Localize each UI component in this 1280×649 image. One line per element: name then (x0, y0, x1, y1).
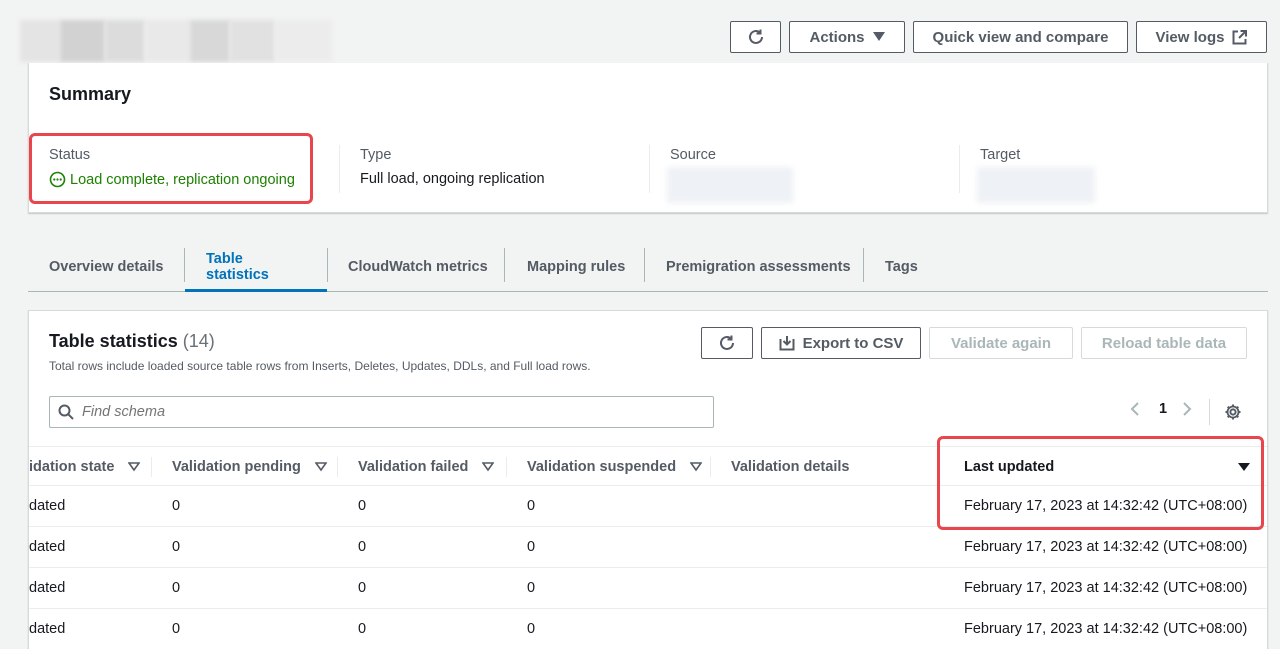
export-csv-label: Export to CSV (802, 334, 904, 352)
validate-again-button[interactable]: Validate again (929, 327, 1073, 359)
tab-premigration-assessments[interactable]: Premigration assessments (645, 244, 872, 290)
reload-table-data-button[interactable]: Reload table data (1081, 327, 1247, 359)
view-logs-label: View logs (1155, 28, 1225, 46)
refresh-icon (720, 335, 734, 350)
sort-descending-icon (1238, 463, 1250, 471)
sort-caret-icon (482, 462, 495, 472)
table-statistics-description: Total rows include loaded source table r… (49, 359, 591, 373)
tab-cloudwatch-metrics[interactable]: CloudWatch metrics (327, 244, 509, 290)
type-value: Full load, ongoing replication (360, 171, 545, 187)
refresh-icon (748, 29, 763, 44)
in-progress-icon (49, 171, 66, 188)
source-label: Source (670, 147, 716, 163)
column-last-updated[interactable]: Last updated (964, 447, 1250, 487)
chevron-left-icon[interactable] (1129, 401, 1141, 417)
summary-title: Summary (49, 84, 132, 104)
table-refresh-button[interactable] (701, 327, 753, 359)
find-schema-input[interactable] (82, 404, 682, 420)
pagination: 1 (1129, 401, 1193, 417)
tab-overview-details[interactable]: Overview details (28, 244, 184, 290)
type-field: Type Full load, ongoing replication (360, 147, 545, 187)
summary-panel: Summary Status Load complete, replicatio… (28, 63, 1268, 213)
actions-button[interactable]: Actions (789, 21, 905, 53)
page-title-redacted (20, 20, 332, 62)
status-field: Status Load complete, replication ongoin… (49, 147, 295, 188)
table-statistics-panel: Table statistics (14) Total rows include… (28, 310, 1268, 649)
sort-caret-icon (128, 462, 141, 472)
table-row[interactable]: dated 0 0 0 February 17, 2023 at 14:32:4… (29, 609, 1267, 649)
caret-down-icon (872, 32, 885, 41)
external-link-icon (1232, 29, 1248, 44)
table-count: (14) (182, 331, 215, 351)
column-validation-failed[interactable]: Validation failed (358, 447, 495, 487)
page-number[interactable]: 1 (1159, 401, 1167, 417)
actions-label: Actions (809, 28, 865, 46)
column-validation-suspended[interactable]: Validation suspended (527, 447, 703, 487)
tab-tags[interactable]: Tags (864, 244, 939, 290)
gear-icon[interactable] (1224, 403, 1242, 421)
table-statistics-title: Table statistics (14) (49, 331, 215, 351)
find-schema-search[interactable] (49, 396, 714, 428)
quick-view-label: Quick view and compare (932, 28, 1109, 46)
export-csv-button[interactable]: Export to CSV (761, 327, 921, 359)
type-label: Type (360, 147, 392, 163)
table-row[interactable]: dated 0 0 0 February 17, 2023 at 14:32:4… (29, 527, 1267, 568)
download-icon (779, 336, 795, 351)
sort-caret-icon (314, 462, 327, 472)
table-row[interactable]: dated 0 0 0 February 17, 2023 at 14:32:4… (29, 568, 1267, 609)
status-value: Load complete, replication ongoing (49, 171, 295, 188)
target-label: Target (980, 147, 1021, 163)
table-header: idation state Validation pending Validat… (29, 446, 1267, 487)
view-logs-button[interactable]: View logs (1136, 21, 1267, 53)
table-row[interactable]: dated 0 0 0 February 17, 2023 at 14:32:4… (29, 486, 1267, 527)
quick-view-compare-button[interactable]: Quick view and compare (913, 21, 1128, 53)
column-validation-pending[interactable]: Validation pending (172, 447, 327, 487)
detail-tabs: Overview details Table statistics CloudW… (28, 244, 1268, 292)
status-label: Status (49, 147, 91, 163)
tab-mapping-rules[interactable]: Mapping rules (506, 244, 646, 290)
search-icon (58, 404, 74, 420)
target-value-redacted (977, 167, 1095, 203)
sort-caret-icon (690, 462, 703, 472)
chevron-right-icon[interactable] (1181, 401, 1193, 417)
refresh-button[interactable] (730, 21, 781, 53)
tab-table-statistics[interactable]: Table statistics (185, 244, 327, 292)
status-text: Load complete, replication ongoing (70, 171, 295, 188)
column-validation-details: Validation details (731, 459, 850, 475)
column-validation-state[interactable]: idation state (29, 447, 141, 487)
source-value-redacted (667, 167, 793, 203)
